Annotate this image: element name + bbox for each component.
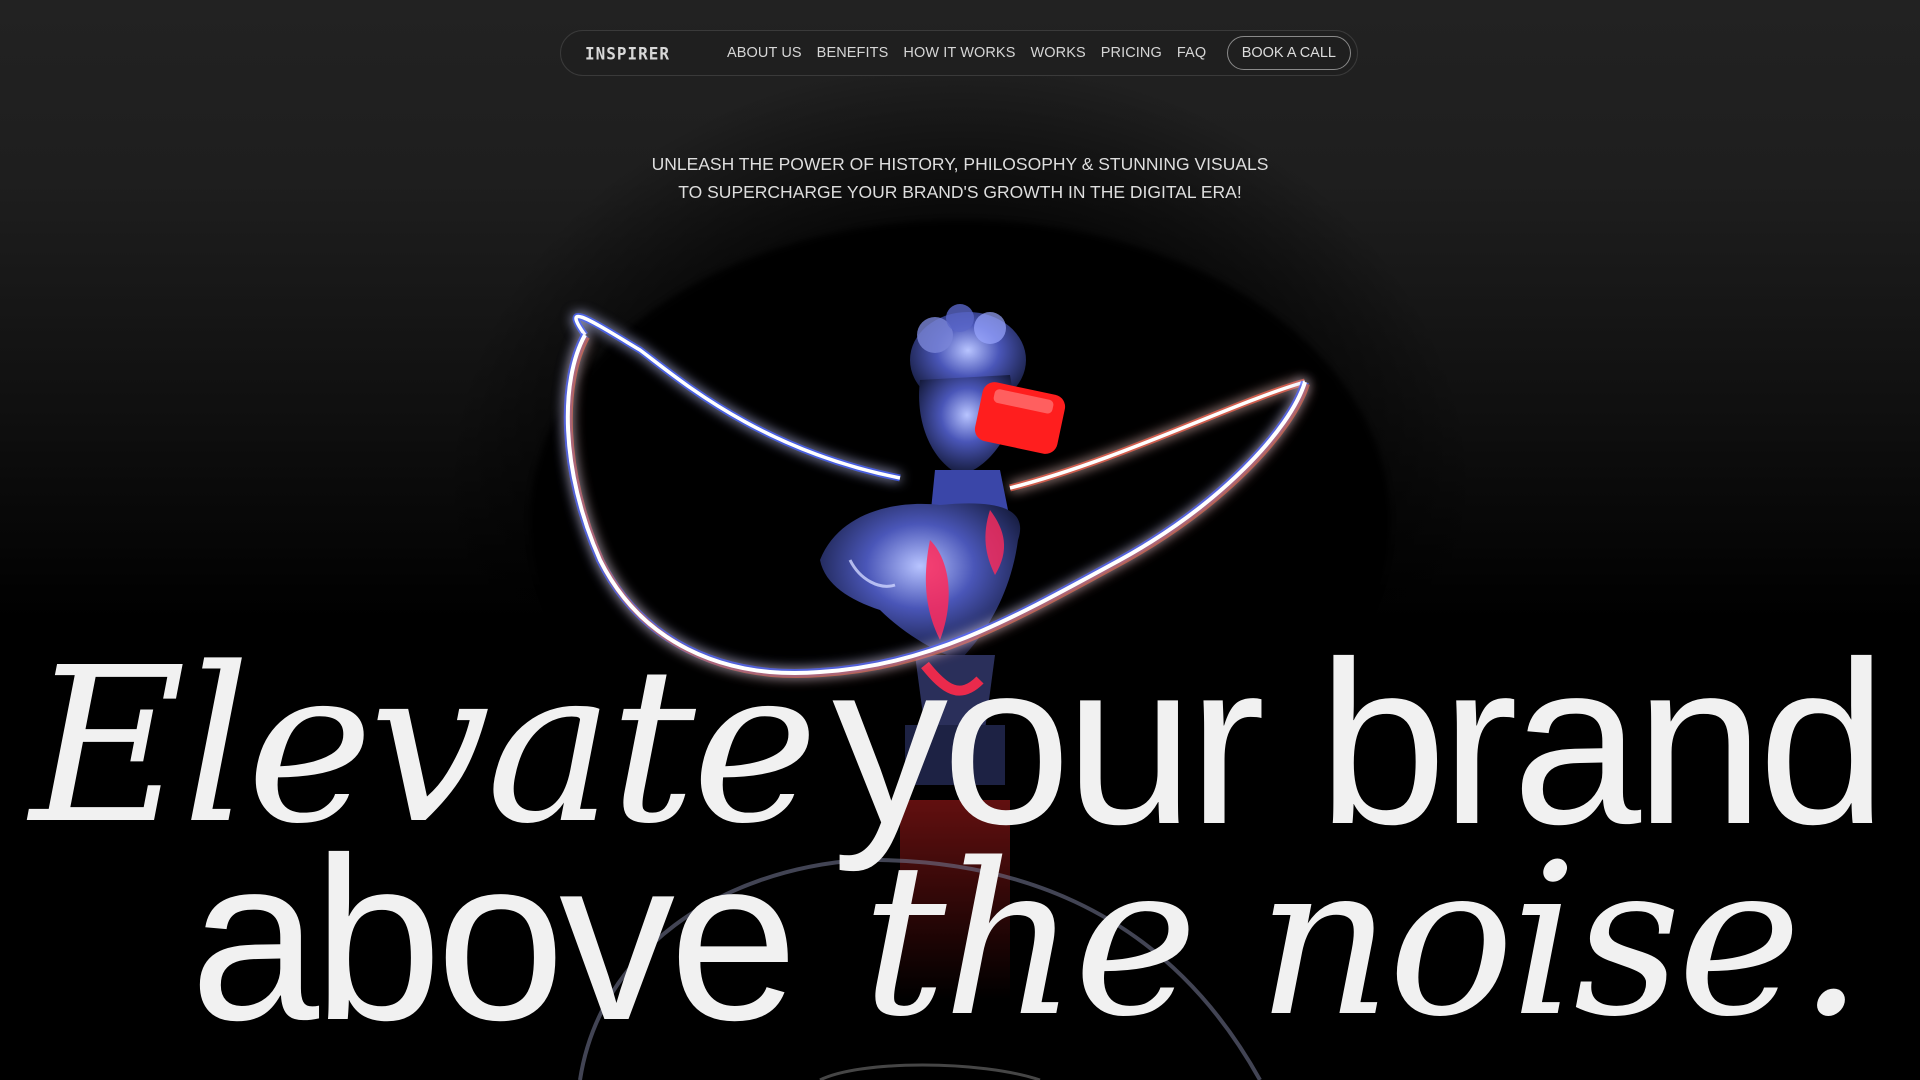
brand-logo[interactable]: INSPIRER [585,43,670,63]
hero-tagline: UNLEASH THE POWER OF HISTORY, PHILOSOPHY… [0,150,1920,206]
book-a-call-button[interactable]: BOOK A CALL [1226,36,1351,70]
top-navigation: INSPIRER ABOUT US BENEFITS HOW IT WORKS … [560,30,1358,76]
nav-link-how-it-works[interactable]: HOW IT WORKS [903,45,1015,61]
floor-reflection [578,800,1262,1080]
tagline-line-2: TO SUPERCHARGE YOUR BRAND'S GROWTH IN TH… [678,182,1242,202]
nav-link-pricing[interactable]: PRICING [1101,45,1162,61]
tagline-line-1: UNLEASH THE POWER OF HISTORY, PHILOSOPHY… [651,154,1269,174]
nav-link-benefits[interactable]: BENEFITS [817,45,889,61]
nav-link-about-us[interactable]: ABOUT US [727,45,802,61]
nav-links: ABOUT US BENEFITS HOW IT WORKS WORKS PRI… [727,31,1206,75]
nav-link-faq[interactable]: FAQ [1177,45,1206,61]
nav-link-works[interactable]: WORKS [1030,45,1085,61]
